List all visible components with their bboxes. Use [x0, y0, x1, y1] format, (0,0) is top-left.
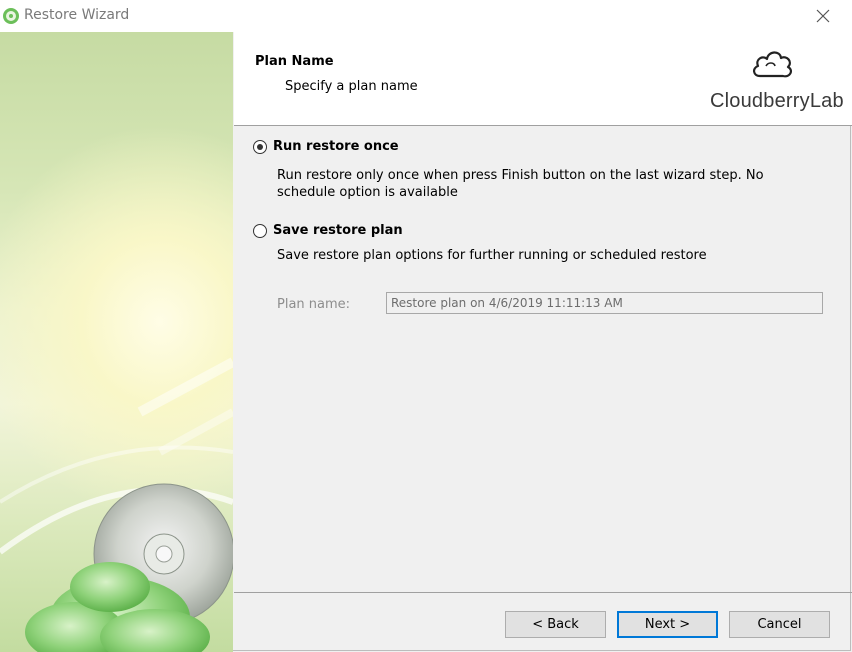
wizard-header: Plan Name Specify a plan name Cloudberry…	[234, 32, 852, 125]
save-plan-description: Save restore plan options for further ru…	[277, 248, 707, 263]
back-button[interactable]: < Back	[505, 611, 606, 638]
restore-wizard-window: Restore Wizard Plan Name Specify a plan …	[0, 0, 852, 652]
run-once-description: Run restore only once when press Finish …	[277, 168, 764, 200]
cloud-logo-icon	[753, 51, 792, 78]
cancel-button[interactable]: Cancel	[729, 611, 830, 638]
save-plan-radio[interactable]: Save restore plan	[253, 223, 403, 238]
plan-name-input[interactable]: Restore plan on 4/6/2019 11:11:13 AM	[386, 292, 823, 314]
step-subtitle: Specify a plan name	[285, 79, 418, 94]
save-plan-label[interactable]: Save restore plan	[273, 223, 403, 238]
close-icon	[816, 9, 830, 23]
app-icon	[2, 7, 20, 25]
run-once-label[interactable]: Run restore once	[273, 139, 399, 154]
cloudberry-logo: CloudberryLab	[710, 46, 844, 118]
step-title: Plan Name	[255, 54, 334, 69]
next-button[interactable]: Next >	[617, 611, 718, 638]
plan-name-label: Plan name:	[277, 297, 351, 312]
side-decoration	[0, 32, 233, 652]
radio-checked-icon[interactable]	[253, 139, 267, 154]
title-bar: Restore Wizard	[0, 0, 852, 32]
logo-text: CloudberryLab	[710, 90, 844, 112]
radio-unchecked-icon[interactable]	[253, 223, 267, 238]
close-button[interactable]	[794, 0, 852, 32]
footer-divider	[234, 592, 852, 593]
window-title: Restore Wizard	[24, 7, 130, 23]
wizard-content: Run restore once Run restore only once w…	[234, 126, 852, 592]
cd-cloud-illustration	[0, 357, 233, 652]
run-once-radio[interactable]: Run restore once	[253, 139, 399, 154]
